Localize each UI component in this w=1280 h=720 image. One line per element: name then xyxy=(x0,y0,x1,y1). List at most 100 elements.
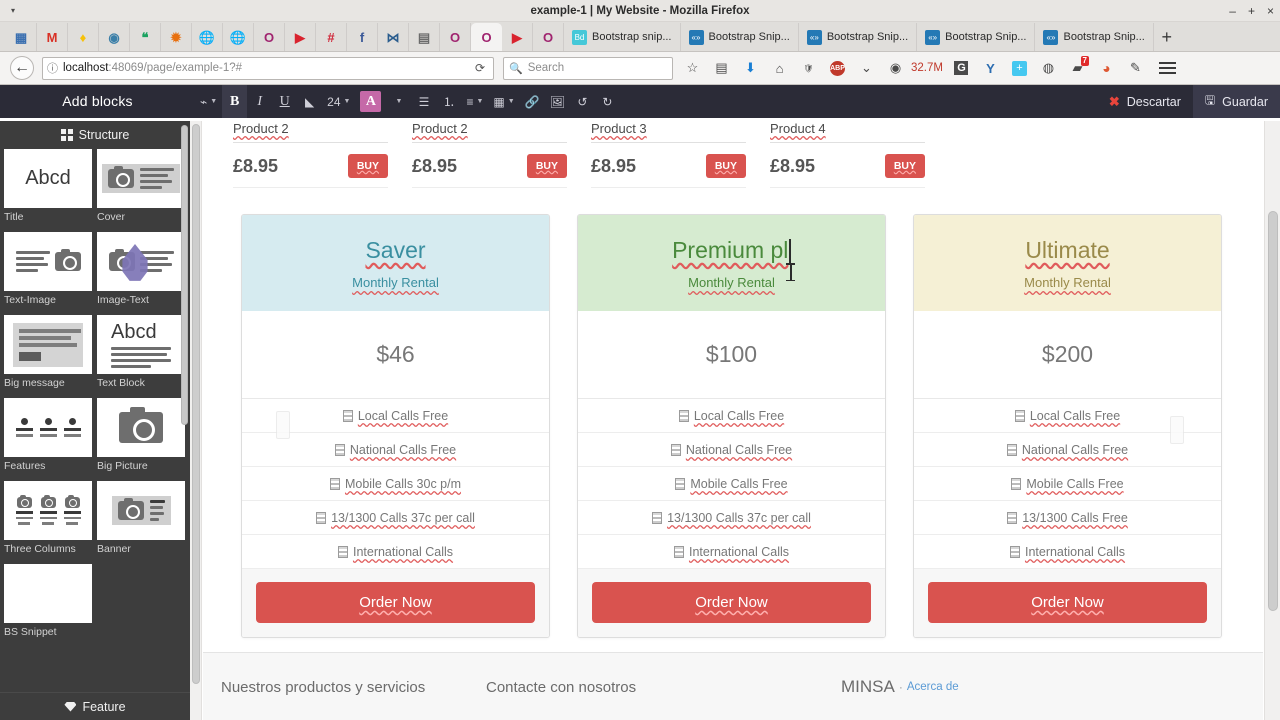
pocket-icon[interactable]: ◍ xyxy=(1034,55,1063,81)
pinned-tab-16[interactable]: ▶ xyxy=(502,23,533,51)
pinned-tab-0[interactable]: ▦ xyxy=(6,23,37,51)
minimize-button[interactable]: – xyxy=(1229,0,1236,22)
tab-0[interactable]: Bd Bootstrap snip... xyxy=(564,23,681,51)
block-item-three-columns[interactable]: Three Columns xyxy=(4,481,92,556)
shield-icon[interactable]: 🛡 xyxy=(794,55,823,81)
block-item-text-image[interactable]: Text-Image xyxy=(4,232,92,307)
discard-button[interactable]: ✖ Descartar xyxy=(1097,85,1193,118)
buy-button[interactable]: BUY xyxy=(347,154,388,178)
bold-button[interactable]: B xyxy=(222,85,248,118)
block-item-banner[interactable]: Banner xyxy=(97,481,185,556)
block-item-features[interactable]: Features xyxy=(4,398,92,473)
footer-contact-link[interactable]: Contacte con nosotros xyxy=(486,679,841,696)
eyedropper-icon[interactable]: ✎ xyxy=(1121,55,1150,81)
feature-section-header[interactable]: Feature xyxy=(0,692,190,720)
duckduckgo-icon[interactable]: ◕ xyxy=(1092,55,1121,81)
pinned-tab-11[interactable]: f xyxy=(347,23,378,51)
maximize-button[interactable]: + xyxy=(1248,0,1255,22)
order-now-button[interactable]: Order Now xyxy=(256,582,535,623)
pinned-tab-14[interactable]: O xyxy=(440,23,471,51)
plan-title[interactable]: Premium pl xyxy=(672,237,788,264)
pinned-tab-1[interactable]: M xyxy=(37,23,68,51)
pricing-card[interactable]: Premium pl Monthly Rental $100 Local Calls … xyxy=(577,214,886,638)
buy-button[interactable]: BUY xyxy=(526,154,567,178)
pinned-tab-15[interactable]: O xyxy=(471,23,502,51)
pinned-tab-5[interactable]: ✹ xyxy=(161,23,192,51)
footer-products-link[interactable]: Nuestros productos y servicios xyxy=(221,679,486,696)
add-plus-icon[interactable]: + xyxy=(1005,55,1034,81)
chevron-down-icon[interactable]: ⌄ xyxy=(852,55,881,81)
reload-icon[interactable]: ⟳ xyxy=(471,61,489,75)
text-color-button[interactable]: A xyxy=(355,85,386,118)
block-item-bs-snippet[interactable]: BS Snippet xyxy=(4,564,92,639)
block-handle-right-ghost[interactable] xyxy=(1170,416,1184,444)
pinned-tab-6[interactable]: 🌐 xyxy=(192,23,223,51)
pinned-tab-12[interactable]: ⋈ xyxy=(378,23,409,51)
product-card[interactable]: Product 4 £8.95 BUY xyxy=(770,121,925,188)
tab-4[interactable]: «» Bootstrap Snip... xyxy=(1035,23,1154,51)
font-size-select[interactable]: 24 ▼ xyxy=(322,85,355,118)
plan-title[interactable]: Saver xyxy=(365,237,425,264)
close-button[interactable]: × xyxy=(1267,0,1274,22)
plan-subtitle[interactable]: Monthly Rental xyxy=(1024,275,1111,290)
table-button[interactable]: ▦ ▼ xyxy=(488,85,519,118)
plan-subtitle[interactable]: Monthly Rental xyxy=(688,275,775,290)
bookmark-star-icon[interactable]: ☆ xyxy=(678,55,707,81)
underline-button[interactable]: U xyxy=(272,85,297,118)
footer-about-link[interactable]: Acerca de xyxy=(907,681,959,693)
product-card[interactable]: Product 2 £8.95 BUY xyxy=(412,121,567,188)
pinned-tab-10[interactable]: # xyxy=(316,23,347,51)
grammarly-icon[interactable]: G xyxy=(947,55,976,81)
link-button[interactable]: 🔗 xyxy=(520,85,545,118)
block-item-title[interactable]: Abcd Title xyxy=(4,149,92,224)
pinned-tab-13[interactable]: ▤ xyxy=(409,23,440,51)
image-button[interactable]: 🖼 xyxy=(545,85,570,118)
order-now-button[interactable]: Order Now xyxy=(928,582,1207,623)
align-button[interactable]: ≡ ▼ xyxy=(461,85,488,118)
library-icon[interactable]: ▤ xyxy=(707,55,736,81)
app-menu-button[interactable] xyxy=(1154,62,1182,74)
redo-button[interactable]: ↻ xyxy=(595,85,620,118)
text-color-caret[interactable]: ▼ xyxy=(386,85,411,118)
order-now-button[interactable]: Order Now xyxy=(592,582,871,623)
search-bar[interactable]: 🔍 Search xyxy=(503,56,673,80)
format-painter-button[interactable]: ⌁ ▼ xyxy=(195,85,222,118)
sidebar-scrollbar-thumb[interactable] xyxy=(181,125,188,425)
pinned-tab-7[interactable]: 🌐 xyxy=(223,23,254,51)
back-button[interactable]: ← xyxy=(10,56,34,80)
tab-1[interactable]: «» Bootstrap Snip... xyxy=(681,23,799,51)
block-item-cover[interactable]: Cover xyxy=(97,149,185,224)
inner-scrollbar-left[interactable] xyxy=(190,121,202,720)
pinned-tab-3[interactable]: ◉ xyxy=(99,23,130,51)
new-tab-button[interactable]: + xyxy=(1154,23,1180,51)
bullet-list-button[interactable]: ☰ xyxy=(411,85,436,118)
block-item-big-picture[interactable]: Big Picture xyxy=(97,398,185,473)
pinned-tab-8[interactable]: O xyxy=(254,23,285,51)
url-bar[interactable]: ⓘ localhost:48069/page/example-1?# ⟳ xyxy=(42,56,494,80)
page-scrollbar-right[interactable] xyxy=(1264,121,1280,720)
undo-button[interactable]: ↺ xyxy=(570,85,595,118)
memory-meter-icon[interactable]: ◉ xyxy=(881,55,910,81)
clear-format-button[interactable]: ◣ xyxy=(297,85,322,118)
tab-2[interactable]: «» Bootstrap Snip... xyxy=(799,23,918,51)
product-card[interactable]: Product 2 £8.95 BUY xyxy=(233,121,388,188)
adblock-plus-icon[interactable]: ABP xyxy=(823,55,852,81)
site-identity-icon[interactable]: ⓘ xyxy=(47,60,58,76)
block-item-text-block[interactable]: Abcd Text Block xyxy=(97,315,185,390)
buy-button[interactable]: BUY xyxy=(884,154,925,178)
buy-button[interactable]: BUY xyxy=(705,154,746,178)
pinned-tab-17[interactable]: O xyxy=(533,23,564,51)
italic-button[interactable]: I xyxy=(247,85,272,118)
tab-3[interactable]: «» Bootstrap Snip... xyxy=(917,23,1036,51)
pinned-tab-9[interactable]: ▶ xyxy=(285,23,316,51)
save-button[interactable]: 🖫 Guardar xyxy=(1192,85,1280,118)
plan-subtitle[interactable]: Monthly Rental xyxy=(352,275,439,290)
block-handle-left-ghost[interactable] xyxy=(276,411,290,439)
downloads-icon[interactable]: ⬇ xyxy=(736,55,765,81)
yandex-icon[interactable]: Y xyxy=(976,55,1005,81)
home-icon[interactable]: ⌂ xyxy=(765,55,794,81)
notes-icon[interactable]: ▰ 7 xyxy=(1063,55,1092,81)
block-item-big-message[interactable]: Big message xyxy=(4,315,92,390)
product-card[interactable]: Product 3 £8.95 BUY xyxy=(591,121,746,188)
plan-title[interactable]: Ultimate xyxy=(1025,237,1109,264)
